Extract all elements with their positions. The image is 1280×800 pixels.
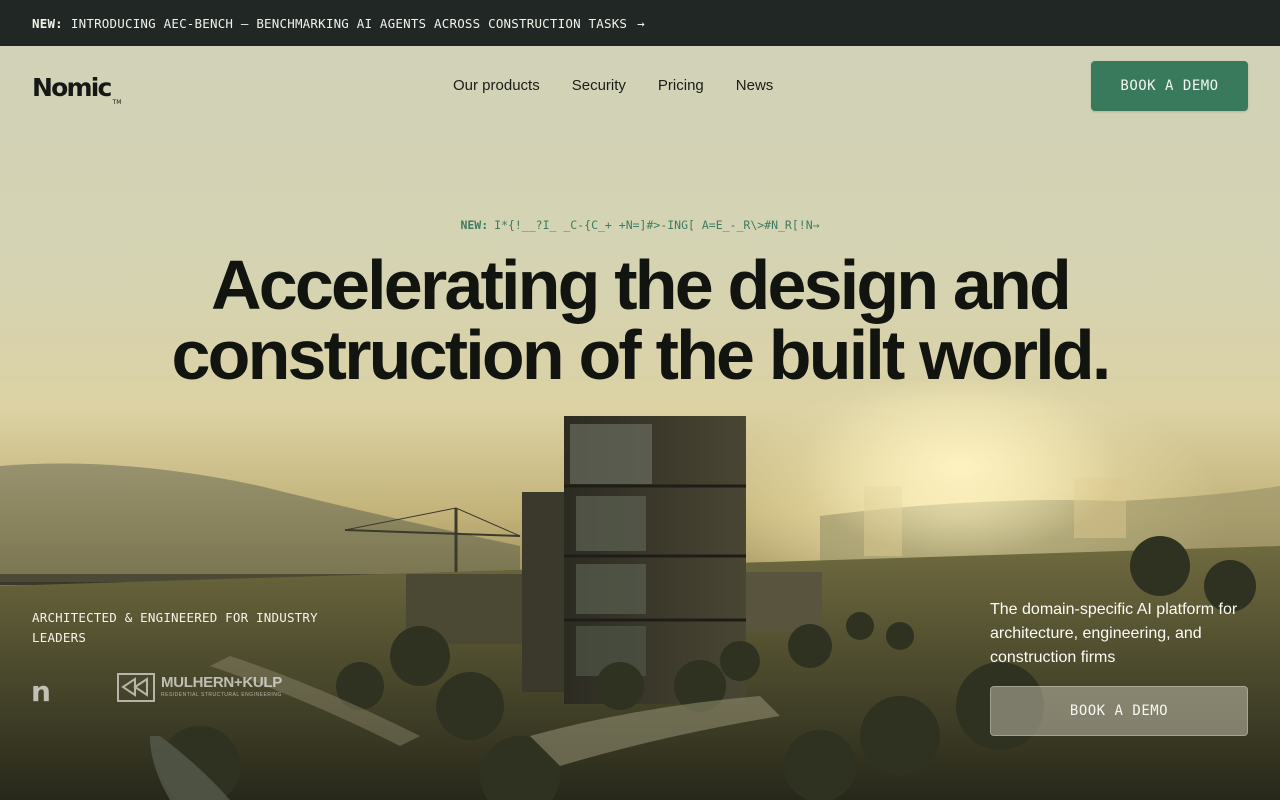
announcement-bar[interactable]: NEW: INTRODUCING AEC-BENCH — BENCHMARKIN… — [0, 0, 1280, 46]
nav-links: Our products Security Pricing News — [453, 77, 773, 94]
hero-tagline: The domain-specific AI platform for arch… — [990, 601, 1238, 666]
nomic-logo[interactable]: NomicTM — [32, 73, 121, 106]
top-navigation: NomicTM Our products Security Pricing Ne… — [0, 46, 1280, 126]
announcement-text[interactable]: INTRODUCING AEC-BENCH — BENCHMARKING AI … — [71, 16, 627, 31]
client-logo-n: n — [31, 675, 51, 708]
book-demo-button[interactable]: BOOK A DEMO — [1091, 61, 1248, 111]
arrow-right-icon[interactable]: → — [637, 16, 645, 31]
trademark-mark: TM — [112, 99, 122, 106]
logo-text: Nomic — [32, 73, 112, 102]
client-name: MULHERN+KULP — [161, 674, 282, 691]
headline-line-2: construction of the built world. — [171, 316, 1112, 394]
kicker-text: I*{!__?I_ _C-{C_+ +N=]#>-ING[ A=E_-_R\>#… — [494, 218, 820, 232]
nav-link-security[interactable]: Security — [572, 77, 626, 94]
nav-link-pricing[interactable]: Pricing — [658, 77, 704, 94]
client-logo-mulhern-kulp: MULHERN+KULP RESIDENTIAL STRUCTURAL ENGI… — [117, 673, 297, 703]
hero-kicker[interactable]: NEW: I*{!__?I_ _C-{C_+ +N=]#>-ING[ A=E_-_… — [0, 218, 1280, 232]
nav-link-news[interactable]: News — [736, 77, 774, 94]
client-subtitle: RESIDENTIAL STRUCTURAL ENGINEERING — [161, 692, 282, 698]
announcement-prefix: NEW: — [32, 15, 63, 31]
mulhern-kulp-mark-icon — [117, 673, 155, 702]
kicker-prefix: NEW: — [460, 218, 489, 232]
nav-link-our-products[interactable]: Our products — [453, 77, 540, 94]
leaders-label: ARCHITECTED & ENGINEERED FOR INDUSTRY LE… — [32, 610, 318, 645]
headline-line-1: Accelerating the design and — [211, 246, 1072, 324]
hero-headline: Accelerating the design and construction… — [0, 250, 1280, 390]
book-demo-button-secondary[interactable]: BOOK A DEMO — [990, 686, 1248, 736]
